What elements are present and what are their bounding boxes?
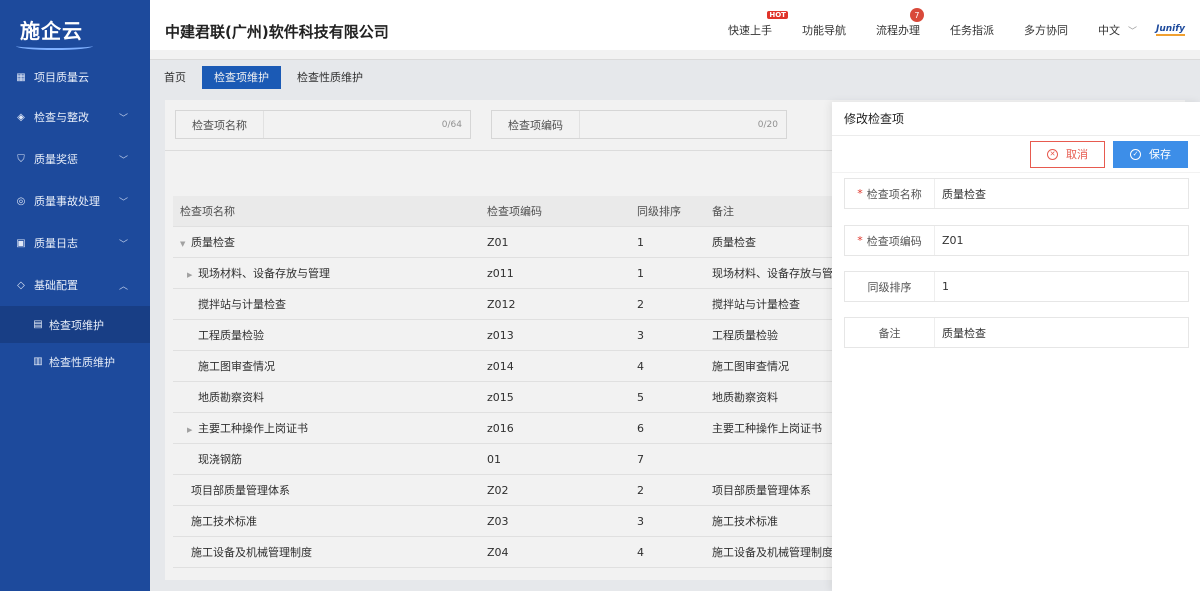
quick-start-link[interactable]: 快速上手 HOT	[727, 11, 788, 38]
sidebar-item-quality-cloud[interactable]: ▦ 项目质量云	[0, 58, 150, 96]
field-label-text: 检查项编码	[866, 234, 922, 248]
note-field: 备注 质量检查	[844, 317, 1189, 348]
field-label-text: 检查项名称	[866, 187, 922, 201]
hot-badge: HOT	[767, 11, 788, 19]
sidebar-item-label: 检查与整改	[34, 111, 89, 124]
order-input[interactable]: 1	[935, 280, 949, 293]
sidebar-item-label: 质量事故处理	[34, 195, 100, 208]
name-field-label: * 检查项名称	[845, 179, 935, 208]
save-button[interactable]: ✓ 保存	[1113, 140, 1188, 168]
chevron-down-icon: ﹀	[118, 197, 128, 208]
sidebar-item-label: 质量奖惩	[34, 153, 78, 166]
name-field: * 检查项名称 质量检查	[844, 178, 1189, 209]
sidebar-subitem-label: 检查项维护	[49, 318, 104, 332]
grid-icon: ▦	[16, 71, 26, 83]
chevron-down-icon: ﹀	[118, 239, 128, 250]
code-field-label: * 检查项编码	[845, 226, 935, 255]
drawer-title: 修改检查项	[832, 102, 1200, 136]
building-icon: ▤	[33, 319, 43, 330]
process-count-badge: 7	[909, 8, 924, 22]
collab-link[interactable]: 多方协同	[1024, 22, 1068, 38]
process-link[interactable]: 流程办理 7	[875, 8, 924, 38]
order-field-label: 同级排序	[845, 272, 935, 301]
cube-icon: ◈	[17, 111, 25, 123]
chevron-down-icon: ﹀	[1127, 26, 1137, 37]
brand-logo: Junify	[1155, 24, 1185, 36]
logo-text: 施企云	[16, 15, 93, 50]
name-input[interactable]: 质量检查	[935, 186, 986, 202]
drawer-actions: ✕ 取消 ✓ 保存	[832, 136, 1200, 173]
chevron-down-icon: ﹀	[118, 113, 128, 124]
edit-drawer: 修改检查项 ✕ 取消 ✓ 保存 * 检查项名称 质量检查 * 检查项编码 Z01 同…	[832, 102, 1200, 591]
order-field: 同级排序 1	[844, 271, 1189, 302]
language-select[interactable]: 中文 ﹀	[1098, 22, 1137, 38]
shield-icon: ⛉	[17, 153, 25, 165]
logo[interactable]: 施企云	[0, 0, 150, 58]
sidebar-item-label: 项目质量云	[34, 71, 89, 84]
sidebar-item-accidents[interactable]: ◎ 质量事故处理 ﹀	[0, 180, 150, 222]
check-circle-icon: ✓	[1130, 148, 1141, 160]
sidebar-item-label: 基础配置	[34, 279, 78, 292]
layers-icon: ◇	[17, 279, 25, 291]
save-label: 保存	[1149, 148, 1171, 161]
sidebar-item-rewards[interactable]: ⛉ 质量奖惩 ﹀	[0, 138, 150, 180]
chevron-up-icon: ︿	[118, 281, 128, 292]
code-field: * 检查项编码 Z01	[844, 225, 1189, 256]
code-input[interactable]: Z01	[935, 234, 964, 247]
task-assign-link[interactable]: 任务指派	[950, 22, 994, 38]
required-mark: *	[857, 187, 863, 200]
sidebar-item-config[interactable]: ◇ 基础配置 ︿	[0, 264, 150, 306]
language-label: 中文	[1097, 24, 1120, 37]
quick-start-label: 快速上手	[727, 24, 772, 37]
cancel-button[interactable]: ✕ 取消	[1030, 140, 1105, 168]
process-label: 流程办理	[875, 24, 920, 37]
company-name: 中建君联(广州)软件科技有限公司	[165, 23, 389, 41]
function-nav-link[interactable]: 功能导航	[802, 22, 846, 38]
sidebar-item-log[interactable]: ▣ 质量日志 ﹀	[0, 222, 150, 264]
chevron-down-icon: ﹀	[118, 155, 128, 166]
sidebar-item-label: 质量日志	[34, 237, 78, 250]
note-field-label: 备注	[845, 318, 935, 347]
sidebar: 施企云 ▦ 项目质量云 ◈ 检查与整改 ﹀ ⛉ 质量奖惩 ﹀ ◎ 质量事故处理 …	[0, 0, 150, 591]
sidebar-item-inspection[interactable]: ◈ 检查与整改 ﹀	[0, 96, 150, 138]
sidebar-subitem-label: 检查性质维护	[49, 355, 115, 369]
note-input[interactable]: 质量检查	[935, 325, 986, 341]
chip-icon: ▥	[33, 356, 43, 367]
log-icon: ▣	[16, 237, 26, 249]
close-circle-icon: ✕	[1047, 148, 1058, 160]
sidebar-subitem-inspection-items[interactable]: ▤ 检查项维护	[0, 306, 150, 343]
cancel-label: 取消	[1066, 148, 1088, 161]
required-mark: *	[857, 234, 863, 247]
sidebar-subitem-inspection-nature[interactable]: ▥ 检查性质维护	[0, 343, 150, 380]
target-icon: ◎	[16, 195, 26, 207]
